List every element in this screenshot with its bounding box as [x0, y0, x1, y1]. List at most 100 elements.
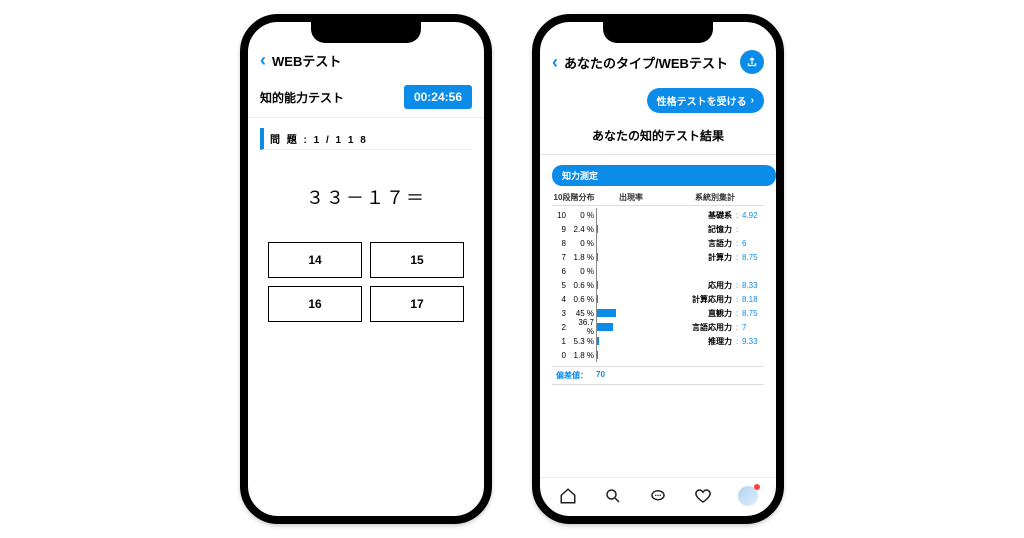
device-notch — [603, 21, 713, 43]
tab-home[interactable] — [558, 486, 578, 506]
share-icon — [746, 56, 758, 68]
answer-grid: 14 15 16 17 — [248, 242, 484, 322]
pct-cell: 2.4 % — [570, 225, 596, 234]
bar-fill — [597, 225, 598, 233]
table-row: 80 %言語力:6 — [552, 236, 764, 250]
table-row: 236.7 %言語応用力:7 — [552, 320, 764, 334]
table-headers: 10段階分布 出現率 系統別集計 — [552, 192, 764, 206]
timer-badge: 00:24:56 — [404, 85, 472, 109]
device-notch — [311, 21, 421, 43]
bar-cell — [596, 222, 644, 236]
category-cell: 言語応用力 — [644, 322, 736, 333]
back-icon[interactable]: ‹ — [552, 52, 558, 73]
level-cell: 4 — [552, 295, 570, 304]
bar-cell — [596, 278, 644, 292]
search-icon — [604, 487, 622, 505]
level-cell: 0 — [552, 351, 570, 360]
tab-search[interactable] — [603, 486, 623, 506]
section-chip: 知力測定 — [552, 165, 776, 186]
table-row: 92.4 %記憶力: — [552, 222, 764, 236]
bar-cell — [596, 334, 644, 348]
category-cell: 基礎系 — [644, 210, 736, 221]
pct-cell: 0 % — [570, 267, 596, 276]
bar-cell — [596, 236, 644, 250]
avatar-icon — [738, 486, 758, 506]
share-button[interactable] — [740, 50, 764, 74]
value-cell: 8.33 — [742, 281, 764, 290]
table-row: 15.3 %推理力:9.33 — [552, 334, 764, 348]
colon: : — [736, 225, 742, 234]
chevron-right-icon: › — [751, 95, 754, 106]
subheader: 知的能力テスト 00:24:56 — [248, 81, 484, 118]
bar-cell — [596, 348, 644, 362]
level-cell: 9 — [552, 225, 570, 234]
bar-fill — [597, 351, 598, 359]
tab-profile[interactable] — [738, 486, 758, 506]
value-cell: 8.18 — [742, 295, 764, 304]
value-cell: 7 — [742, 323, 764, 332]
value-cell: 6 — [742, 239, 764, 248]
bar-fill — [597, 309, 616, 317]
category-cell: 言語力 — [644, 238, 736, 249]
deviation-value: 70 — [596, 370, 605, 381]
table-row: 71.8 %計算力:8.75 — [552, 250, 764, 264]
value-cell: 8.75 — [742, 253, 764, 262]
category-cell: 推理力 — [644, 336, 736, 347]
level-cell: 8 — [552, 239, 570, 248]
deviation-row: 偏差値： 70 — [552, 366, 764, 385]
bar-cell — [596, 250, 644, 264]
pct-cell: 0.6 % — [570, 281, 596, 290]
pct-cell: 0 % — [570, 239, 596, 248]
phone-results: ‹ あなたのタイプ/WEBテスト 性格テストを受ける › あなたの知的テスト結果… — [532, 14, 784, 524]
answer-option[interactable]: 14 — [268, 242, 362, 278]
bar-fill — [597, 337, 599, 345]
pct-cell: 36.7 % — [570, 318, 596, 336]
pct-cell: 1.8 % — [570, 351, 596, 360]
col-dist: 10段階分布 — [552, 192, 596, 206]
pct-cell: 5.3 % — [570, 337, 596, 346]
progress-indicator: 問 題 : 1 / 1 1 8 — [260, 128, 472, 150]
result-heading: あなたの知的テスト結果 — [540, 121, 776, 155]
answer-option[interactable]: 17 — [370, 286, 464, 322]
category-cell: 計算応用力 — [644, 294, 736, 305]
bar-cell — [596, 306, 644, 320]
value-cell: 9.33 — [742, 337, 764, 346]
value-cell: 4.92 — [742, 211, 764, 220]
chat-icon — [649, 487, 667, 505]
level-cell: 5 — [552, 281, 570, 290]
tab-favorites[interactable] — [693, 486, 713, 506]
bar-fill — [597, 253, 598, 261]
data-table: 100 %基礎系:4.9292.4 %記憶力:80 %言語力:671.8 %計算… — [540, 208, 776, 362]
bar-cell — [596, 208, 644, 222]
heart-icon — [694, 487, 712, 505]
pct-cell: 45 % — [570, 309, 596, 318]
bar-cell — [596, 264, 644, 278]
pct-cell: 0.6 % — [570, 295, 596, 304]
level-cell: 2 — [552, 323, 570, 332]
col-agg: 系統別集計 — [666, 192, 764, 206]
back-icon[interactable]: ‹ — [260, 50, 266, 71]
answer-option[interactable]: 16 — [268, 286, 362, 322]
bar-cell — [596, 320, 644, 334]
category-cell: 計算力 — [644, 252, 736, 263]
tab-bar — [540, 477, 776, 516]
header-title: あなたのタイプ/WEBテスト — [564, 53, 728, 72]
table-row: 50.6 %応用力:8.33 — [552, 278, 764, 292]
pct-cell: 1.8 % — [570, 253, 596, 262]
deviation-label: 偏差値： — [556, 370, 588, 381]
personality-test-button[interactable]: 性格テストを受ける › — [647, 88, 764, 113]
cta-label: 性格テストを受ける — [657, 93, 747, 108]
header-title: WEBテスト — [272, 51, 341, 70]
table-row: 100 %基礎系:4.92 — [552, 208, 764, 222]
tab-chat[interactable] — [648, 486, 668, 506]
value-cell: 8.75 — [742, 309, 764, 318]
pct-cell: 0 % — [570, 211, 596, 220]
level-cell: 3 — [552, 309, 570, 318]
level-cell: 10 — [552, 211, 570, 220]
table-row: 60 % — [552, 264, 764, 278]
bar-cell — [596, 292, 644, 306]
table-row: 01.8 % — [552, 348, 764, 362]
answer-option[interactable]: 15 — [370, 242, 464, 278]
level-cell: 1 — [552, 337, 570, 346]
category-cell: 応用力 — [644, 280, 736, 291]
